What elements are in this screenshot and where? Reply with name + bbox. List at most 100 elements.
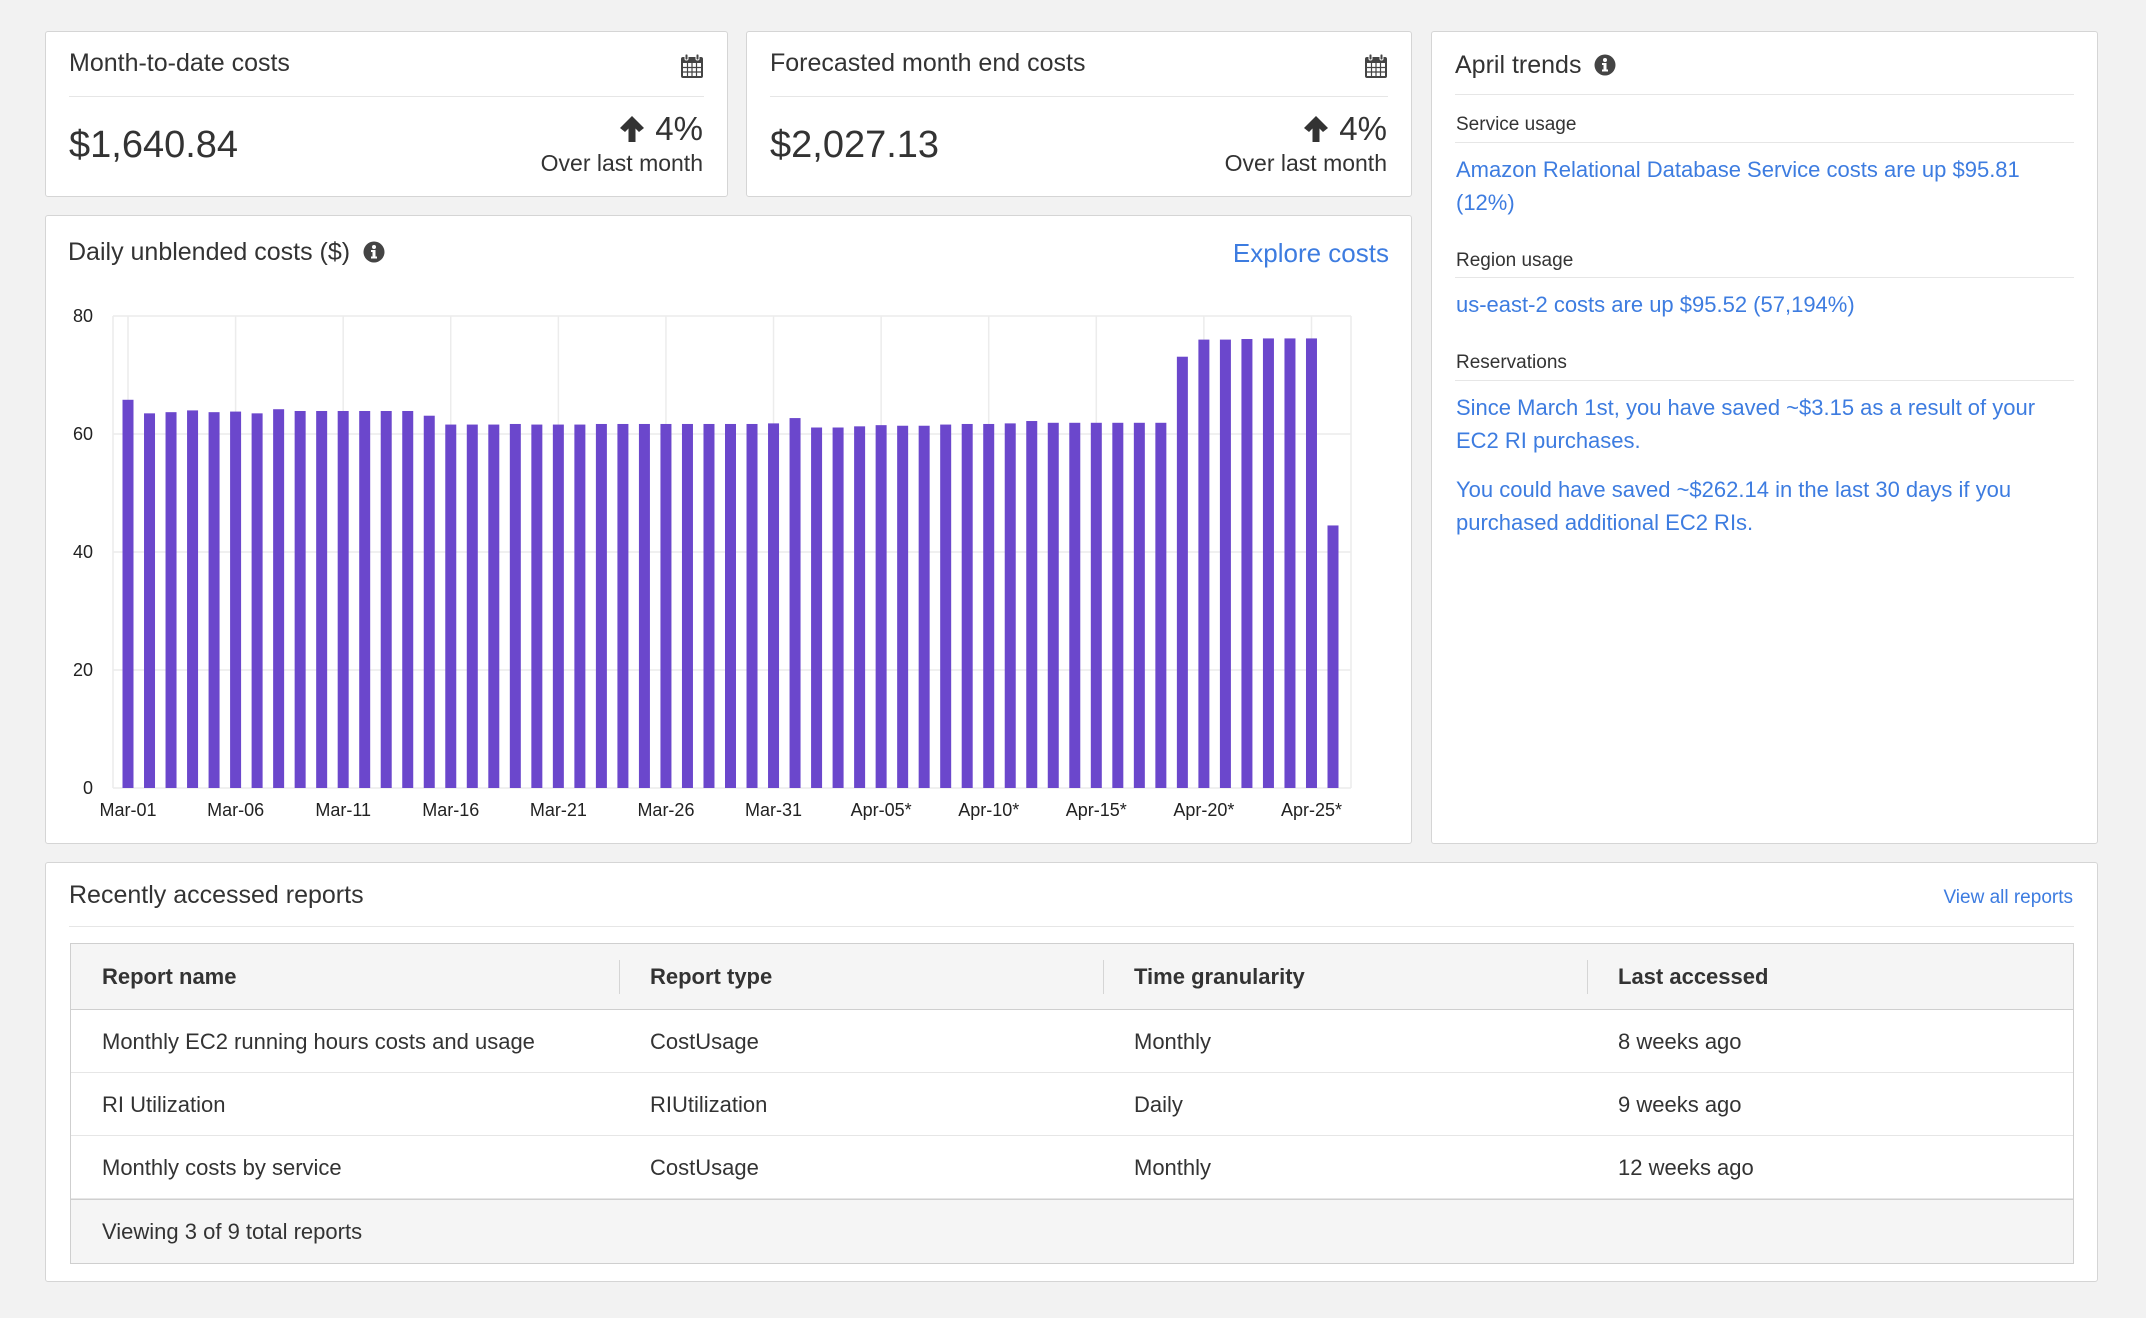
trends-title: April trends	[1455, 51, 1616, 80]
view-all-reports-link[interactable]: View all reports	[1943, 887, 2073, 909]
last-accessed: 9 weeks ago	[1618, 1092, 1742, 1117]
delta-percent: 4%	[655, 110, 703, 147]
table-row: Monthly EC2 running hours costs and usag…	[71, 1010, 2073, 1073]
bar	[294, 410, 306, 788]
bar	[1176, 356, 1188, 788]
reports-title: Recently accessed reports	[69, 881, 364, 909]
bar	[703, 423, 715, 788]
info-icon[interactable]	[1594, 54, 1616, 76]
last-accessed: 12 weeks ago	[1618, 1155, 1754, 1180]
x-tick-label: Mar-11	[315, 800, 371, 820]
table-row: RI Utilization RIUtilization Daily 9 wee…	[71, 1073, 2073, 1136]
calendar-icon[interactable]	[680, 53, 704, 79]
bar	[918, 425, 930, 788]
table-row: Monthly costs by service CostUsage Month…	[71, 1136, 2073, 1199]
bar	[337, 410, 349, 788]
report-name-link[interactable]: RI Utilization	[102, 1073, 225, 1136]
month-to-date-value: $1,640.84	[69, 124, 239, 166]
divider	[69, 96, 704, 97]
bar	[273, 409, 285, 788]
x-tick-label: Apr-15*	[1066, 800, 1127, 820]
column-header-last-accessed[interactable]: Last accessed	[1618, 944, 1768, 1010]
bar	[1026, 421, 1038, 788]
bar	[983, 423, 995, 788]
bar	[423, 415, 435, 788]
bar	[402, 410, 414, 788]
time-granularity: Monthly	[1134, 1029, 1212, 1054]
table-header: Report name Report type Time granularity…	[71, 944, 2073, 1010]
divider	[69, 926, 2074, 927]
bar	[595, 423, 607, 788]
reports-card: Recently accessed reports View all repor…	[45, 862, 2098, 1282]
ri-savings-link[interactable]: Since March 1st, you have saved ~$3.15 a…	[1456, 391, 2066, 457]
divider	[1455, 380, 2074, 381]
column-separator	[1587, 960, 1588, 994]
x-tick-label: Mar-06	[207, 800, 264, 820]
bar	[1262, 338, 1274, 788]
bar	[1305, 338, 1317, 788]
bar	[144, 413, 156, 788]
daily-costs-chart: 0 20 40 60 80 Mar-01 Mar-06 Mar-11 Mar-16 Mar-21 M…	[73, 306, 1352, 820]
card-title: Forecasted month end costs	[770, 49, 1086, 77]
forecast-value: $2,027.13	[770, 124, 940, 166]
arrow-up-icon	[620, 116, 645, 142]
calendar-icon[interactable]	[1364, 53, 1388, 79]
bar	[746, 423, 758, 788]
region-usage-trend-link[interactable]: us-east-2 costs are up $95.52 (57,194%)	[1456, 288, 2066, 321]
bar	[208, 412, 220, 788]
delta-indicator: 4% Over last month	[1225, 110, 1387, 177]
bar	[122, 399, 134, 788]
bar	[725, 423, 736, 788]
bar	[768, 423, 780, 788]
bar	[552, 424, 564, 788]
delta-caption: Over last month	[540, 150, 703, 176]
service-usage-trend-link[interactable]: Amazon Relational Database Service costs…	[1456, 153, 2066, 219]
divider	[1455, 94, 2074, 95]
x-tick-label: Mar-26	[637, 800, 694, 820]
ri-recommendation-link[interactable]: You could have saved ~$262.14 in the las…	[1456, 473, 2066, 539]
bar	[897, 425, 909, 788]
bar	[574, 424, 586, 788]
bar	[1047, 422, 1059, 788]
daily-costs-card: Daily unblended costs ($) Explore costs …	[45, 215, 1412, 844]
viewing-count: Viewing 3 of 9 total reports	[102, 1219, 363, 1244]
report-type: CostUsage	[650, 1029, 759, 1054]
divider	[770, 96, 1388, 97]
bar	[165, 412, 177, 788]
bar	[1284, 338, 1296, 788]
last-accessed: 8 weeks ago	[1618, 1029, 1742, 1054]
trends-title-text: April trends	[1455, 51, 1582, 79]
report-name-link[interactable]: Monthly costs by service	[102, 1136, 342, 1199]
bar	[660, 423, 672, 788]
bar	[445, 424, 457, 788]
column-header-report-type[interactable]: Report type	[650, 944, 772, 1010]
y-tick-label: 40	[73, 542, 93, 562]
bar	[638, 423, 650, 788]
bar	[509, 423, 521, 788]
y-tick-label: 0	[83, 778, 93, 798]
bar	[1198, 339, 1210, 788]
divider	[1455, 277, 2074, 278]
column-header-time-granularity[interactable]: Time granularity	[1134, 944, 1305, 1010]
x-tick-label: Mar-21	[530, 800, 587, 820]
bar	[380, 410, 392, 788]
region-usage-label: Region usage	[1456, 250, 1574, 271]
bar	[789, 418, 801, 788]
bar	[488, 424, 500, 788]
y-tick-label: 80	[73, 306, 93, 326]
delta-percent: 4%	[1339, 110, 1387, 147]
bar	[875, 425, 887, 788]
x-tick-label: Mar-01	[99, 800, 156, 820]
bar	[681, 423, 693, 788]
month-to-date-card: Month-to-date costs $1,640.84 4% Over la…	[45, 31, 728, 197]
bar	[1069, 422, 1081, 788]
x-tick-label: Apr-20*	[1173, 800, 1234, 820]
service-usage-label: Service usage	[1456, 114, 1577, 135]
column-header-report-name[interactable]: Report name	[102, 944, 236, 1010]
report-name-link[interactable]: Monthly EC2 running hours costs and usag…	[102, 1010, 535, 1073]
bar	[1112, 422, 1124, 788]
arrow-up-icon	[1304, 116, 1329, 142]
bar	[617, 423, 629, 788]
time-granularity: Daily	[1134, 1092, 1183, 1117]
bar	[940, 424, 952, 788]
